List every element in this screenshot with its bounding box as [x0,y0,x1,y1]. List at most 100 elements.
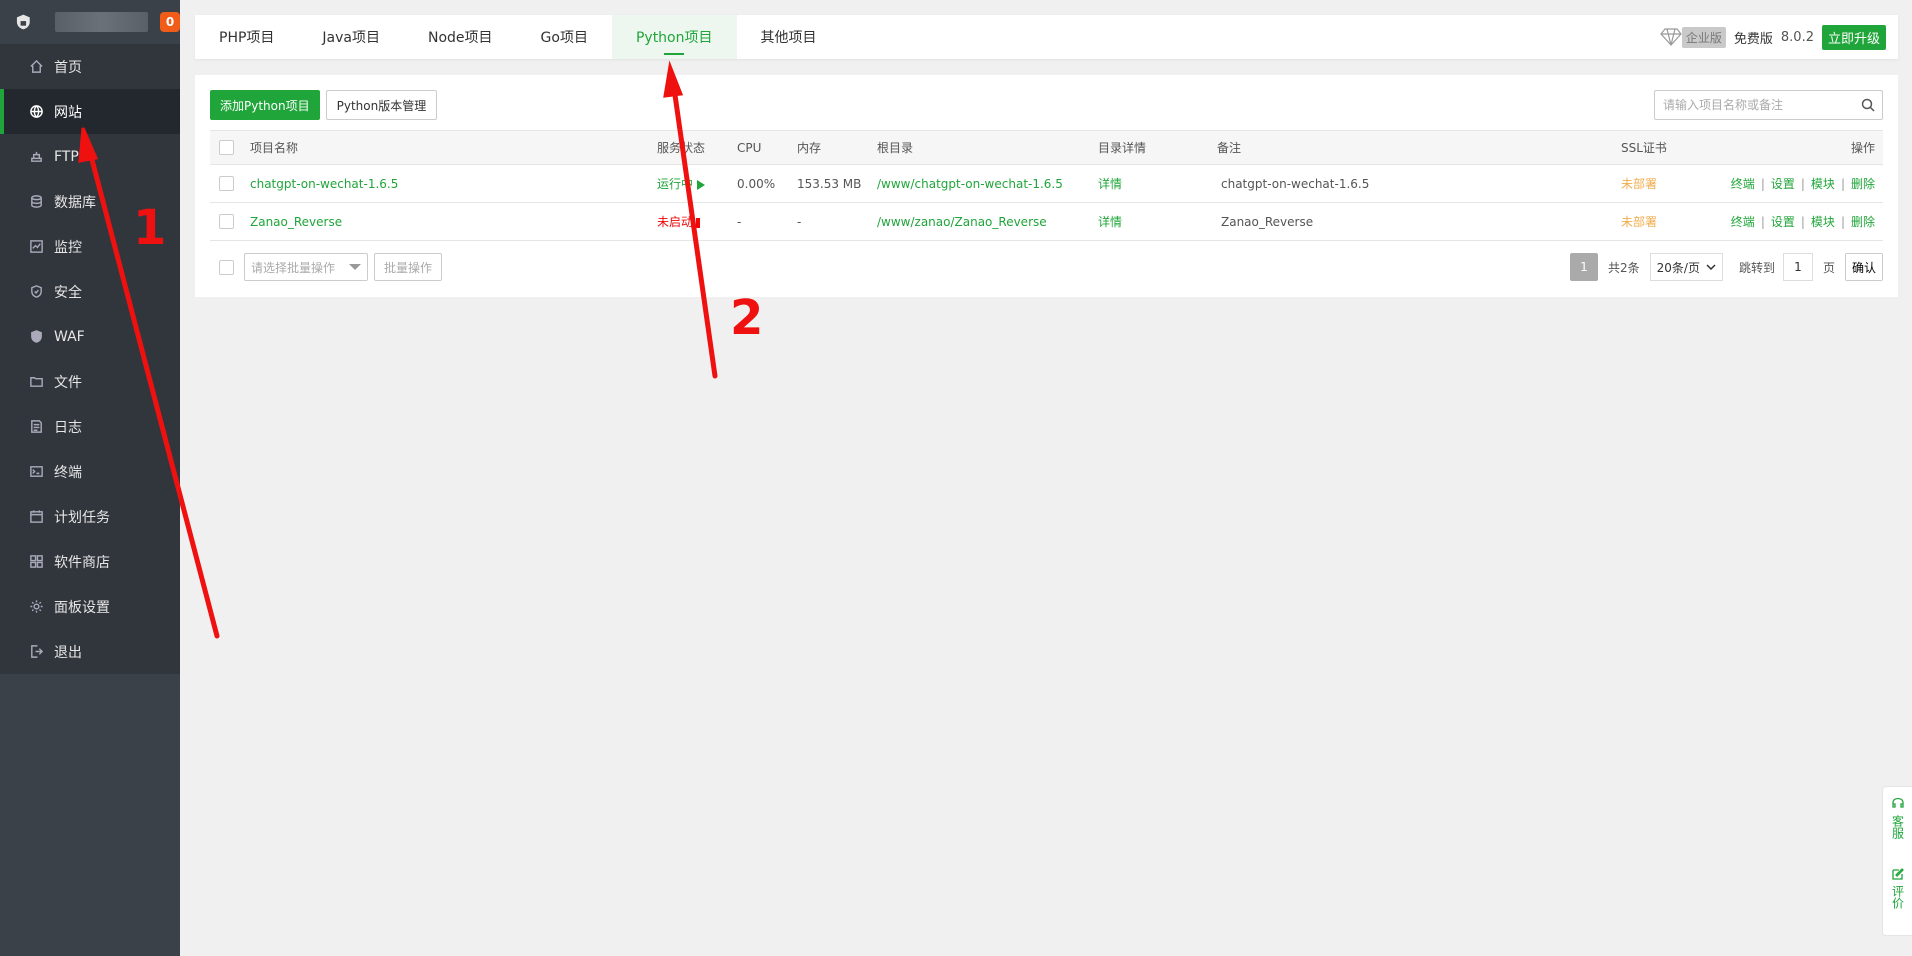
remark-value[interactable]: chatgpt-on-wechat-1.6.5 [1217,177,1369,191]
ops-separator: | [1800,177,1805,191]
ops-cell: 终端 | 设置 | 模块 | 删除 [1721,164,1883,203]
sidebar-item-label: 文件 [54,374,82,391]
batch-operation-select[interactable]: 请选择批量操作 [244,253,368,281]
diamond-icon [1660,28,1682,46]
settings-link[interactable]: 设置 [1771,177,1795,191]
delete-link[interactable]: 删除 [1851,177,1875,191]
jump-page-input[interactable]: 1 [1782,253,1813,281]
status-running[interactable]: 运行中 [657,177,693,191]
select-all-checkbox[interactable] [219,140,234,155]
col-remark: 备注 [1217,130,1621,165]
page-size-select[interactable]: 20条/页 [1649,253,1723,281]
tab-go[interactable]: Go项目 [517,15,612,59]
sidebar-item-label: 监控 [54,239,82,256]
annotation-number-2: 2 [730,290,764,346]
root-dir-link[interactable]: /www/chatgpt-on-wechat-1.6.5 [877,177,1063,191]
sidebar-item-website[interactable]: 网站 [0,89,180,134]
calendar-icon [28,509,44,525]
delete-link[interactable]: 删除 [1851,215,1875,229]
col-cpu[interactable]: CPU [737,130,797,165]
project-type-tabs: PHP项目 Java项目 Node项目 Go项目 Python项目 其他项目 企… [195,15,1898,59]
tab-other[interactable]: 其他项目 [737,15,841,59]
col-root: 根目录 [877,130,1098,165]
project-name-link[interactable]: chatgpt-on-wechat-1.6.5 [250,177,398,191]
terminal-link[interactable]: 终端 [1731,177,1755,191]
row-checkbox[interactable] [219,214,234,229]
search-icon[interactable] [1854,98,1882,112]
play-icon [697,179,706,190]
row-select-cell [210,164,250,203]
edit-icon [1891,868,1904,880]
add-python-project-button[interactable]: 添加Python项目 [210,90,320,120]
settings-link[interactable]: 设置 [1771,215,1795,229]
ops-separator: | [1760,215,1765,229]
sidebar: 0 首页 网站 FTP 数据库 监控 安全 WAF 文件 日志 终端 计划任务 … [0,0,180,956]
jump-confirm-button[interactable]: 确认 [1844,253,1883,281]
tab-php[interactable]: PHP项目 [195,15,298,59]
globe-icon [28,104,44,120]
logout-icon [28,644,44,660]
review-label: 评价 [1890,885,1905,909]
gear-icon [28,599,44,615]
sidebar-item-terminal[interactable]: 终端 [0,449,180,494]
folder-icon [28,374,44,390]
server-name-blurred [54,12,148,32]
ssl-status[interactable]: 未部署 [1621,177,1657,191]
sidebar-item-home[interactable]: 首页 [0,44,180,89]
edition-info: 企业版 免费版 8.0.2 立即升级 [1660,15,1886,59]
terminal-link[interactable]: 终端 [1731,215,1755,229]
enterprise-tag[interactable]: 企业版 [1681,26,1726,48]
tab-node[interactable]: Node项目 [404,15,517,59]
detail-link[interactable]: 详情 [1098,215,1122,229]
col-memory[interactable]: 内存 [797,130,877,165]
batch-select-checkbox[interactable] [219,259,234,275]
sidebar-item-security[interactable]: 安全 [0,269,180,314]
detail-link[interactable]: 详情 [1098,177,1122,191]
python-version-manage-button[interactable]: Python版本管理 [325,90,438,120]
sidebar-item-app-store[interactable]: 软件商店 [0,539,180,584]
col-ops: 操作 [1721,130,1883,165]
floating-help-bar: 客服 评价 [1882,786,1912,936]
tab-java[interactable]: Java项目 [298,15,404,59]
project-panel: 添加Python项目 Python版本管理 项目名称 服务状态 CPU 内存 根… [195,75,1898,297]
pagination: 1 共2条 20条/页 跳转到 1 页 确认 [1569,252,1883,282]
customer-service-button[interactable]: 客服 [1891,787,1905,839]
project-name-link[interactable]: Zanao_Reverse [250,215,342,229]
stop-icon [696,217,701,228]
search-input[interactable] [1655,91,1854,119]
col-name[interactable]: 项目名称 [250,130,657,165]
review-button[interactable]: 评价 [1891,857,1905,909]
tab-python[interactable]: Python项目 [611,15,737,59]
upgrade-button[interactable]: 立即升级 [1821,24,1886,50]
sidebar-item-files[interactable]: 文件 [0,359,180,404]
ops-cell: 终端 | 设置 | 模块 | 删除 [1721,202,1883,241]
remark-value[interactable]: Zanao_Reverse [1217,215,1313,229]
sidebar-item-cron[interactable]: 计划任务 [0,494,180,539]
ops-separator: | [1840,177,1845,191]
sidebar-item-settings[interactable]: 面板设置 [0,584,180,629]
sidebar-item-label: 面板设置 [54,599,110,616]
sidebar-header: 0 [0,0,180,44]
sidebar-item-waf[interactable]: WAF [0,314,180,359]
sidebar-item-label: FTP [54,148,79,165]
memory-value: - [797,202,877,241]
module-link[interactable]: 模块 [1811,177,1835,191]
root-dir-link[interactable]: /www/zanao/Zanao_Reverse [877,215,1047,229]
page-current[interactable]: 1 [1569,253,1598,281]
project-search [1654,90,1883,120]
chevron-down-icon [349,264,361,270]
module-link[interactable]: 模块 [1811,215,1835,229]
sidebar-item-logout[interactable]: 退出 [0,629,180,674]
sidebar-item-label: 日志 [54,419,82,436]
batch-operation-button[interactable]: 批量操作 [374,253,443,281]
status-stopped[interactable]: 未启动 [657,215,693,229]
row-checkbox[interactable] [219,176,234,191]
sidebar-item-ftp[interactable]: FTP [0,134,180,179]
table-header-row: 项目名称 服务状态 CPU 内存 根目录 目录详情 备注 SSL证书 操作 [210,130,1883,165]
sidebar-item-label: 计划任务 [54,509,110,526]
ssl-status[interactable]: 未部署 [1621,215,1657,229]
version-label: 8.0.2 [1780,29,1814,45]
notification-badge[interactable]: 0 [160,12,180,32]
sidebar-item-logs[interactable]: 日志 [0,404,180,449]
terminal-icon [28,464,44,480]
